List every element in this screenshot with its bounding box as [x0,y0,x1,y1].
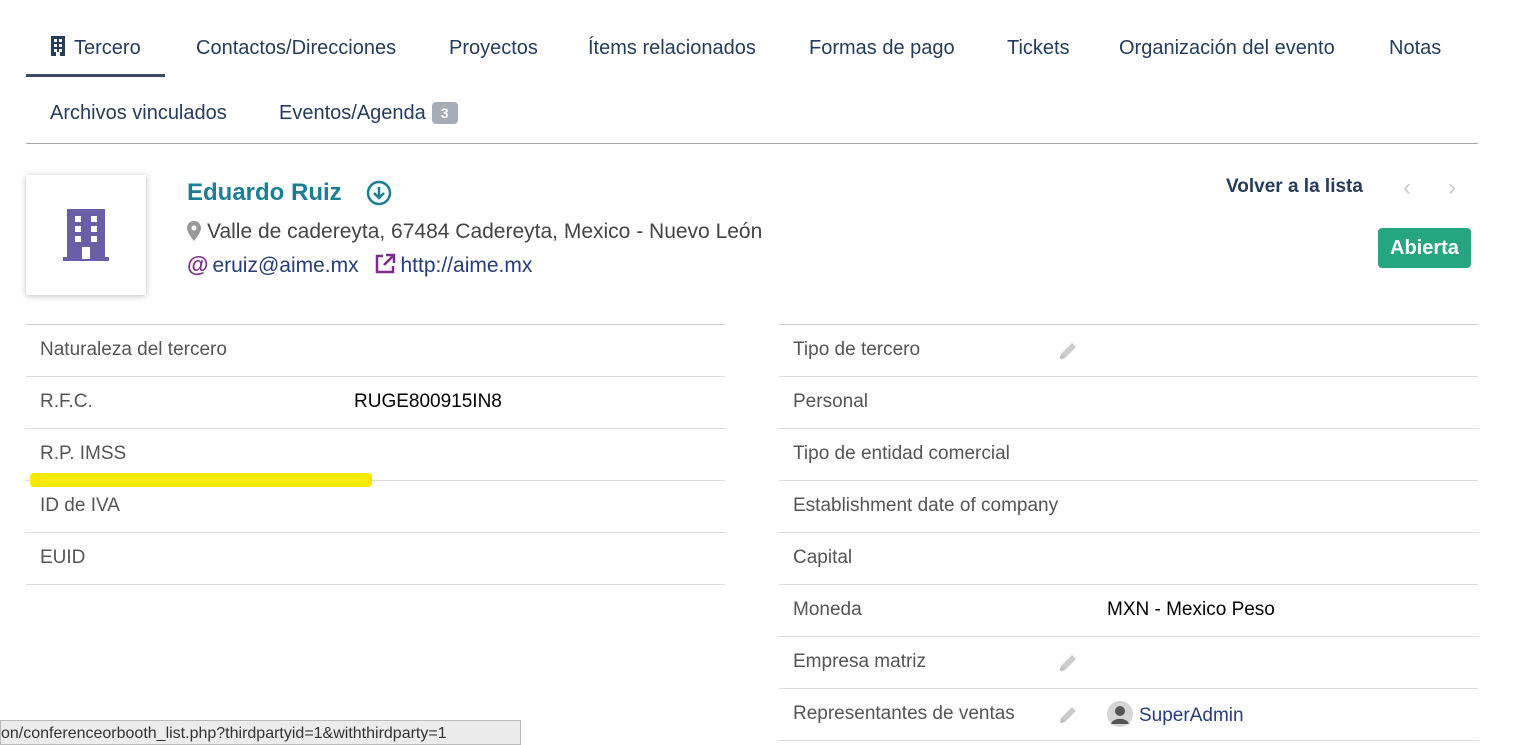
tab-label: Proyectos [449,37,538,59]
tab-archivos-vinculados[interactable]: Archivos vinculados [50,101,227,125]
download-circle-icon[interactable] [366,180,392,211]
tab-label: Tercero [74,37,141,59]
website-link[interactable]: http://aime.mx [400,254,532,277]
field-label: Representantes de ventas [793,703,1015,724]
field-label: R.P. IMSS [40,443,127,464]
field-label: Empresa matriz [793,651,927,672]
tab-label: Contactos/Direcciones [196,37,397,59]
thirdparty-logo [26,175,146,295]
map-marker-icon [187,221,201,241]
field-label: Naturaleza del tercero [40,339,227,360]
table-row: Moneda MXN - Mexico Peso [779,585,1478,637]
field-label: R.F.C. [40,391,93,412]
field-label: Personal [793,391,868,412]
tab-notas[interactable]: Notas [1389,36,1441,60]
back-to-list-link[interactable]: Volver a la lista [1226,176,1363,198]
table-row: Establishment date of company [779,481,1478,533]
table-row: Naturaleza del tercero [26,325,725,377]
sales-rep-name[interactable]: SuperAdmin [1139,705,1244,726]
table-row: ID de IVA [26,481,725,533]
tab-label: Tickets [1007,37,1070,59]
tab-bar: Tercero Contactos/Direcciones Proyectos … [26,0,1478,144]
table-row: Empresa matriz [779,637,1478,689]
tab-contactos[interactable]: Contactos/Direcciones [196,36,396,60]
field-label: Tipo de entidad comercial [793,443,1010,464]
tab-organizacion-evento[interactable]: Organización del evento [1119,36,1335,60]
browser-status-url: on/conferenceorbooth_list.php?thirdparty… [0,720,521,745]
edit-pencil-icon[interactable] [1057,340,1079,368]
tab-label: Formas de pago [809,37,955,59]
left-fields-table: Naturaleza del tercero R.F.C. RUGE800915I… [26,324,725,585]
tab-items-relacionados[interactable]: Ítems relacionados [588,36,756,60]
tab-label: Notas [1389,37,1442,59]
building-icon [63,209,109,261]
table-row: Tipo de tercero [779,325,1478,377]
field-label: Establishment date of company [793,495,1059,516]
building-icon [50,36,66,62]
contact-line: @ eruiz@aime.mx http://aime.mx [187,252,532,279]
highlight-mark [30,473,372,487]
address-text: Valle de cadereyta, 67484 Cadereyta, Mex… [207,220,763,243]
user-avatar-icon [1107,701,1133,733]
right-fields-table: Tipo de tercero Personal Tipo de entidad… [779,324,1478,741]
table-row: Representantes de ventas SuperAdmin [779,689,1478,741]
tab-eventos-agenda[interactable]: Eventos/Agenda 3 [279,101,458,125]
field-label: Capital [793,547,853,568]
previous-record-icon[interactable]: ‹ [1403,174,1411,202]
tab-label: Ítems relacionados [588,37,756,59]
tab-tercero[interactable]: Tercero [26,36,165,77]
table-row: R.F.C. RUGE800915IN8 [26,377,725,429]
table-row: Capital [779,533,1478,585]
status-badge: Abierta [1378,228,1471,268]
thirdparty-name: Eduardo Ruiz [187,179,342,206]
table-row: Personal [779,377,1478,429]
tab-label: Archivos vinculados [50,102,227,124]
email-link[interactable]: eruiz@aime.mx [212,254,358,277]
field-value: RUGE800915IN8 [354,391,502,412]
tab-formas-de-pago[interactable]: Formas de pago [809,36,955,60]
external-link-icon [376,253,396,274]
sales-rep[interactable]: SuperAdmin [1107,701,1244,733]
edit-pencil-icon[interactable] [1057,652,1079,680]
tab-tickets[interactable]: Tickets [1007,36,1070,60]
at-sign-icon: @ [187,252,209,277]
tab-label: Organización del evento [1119,37,1335,59]
count-badge: 3 [431,102,458,124]
table-row: Tipo de entidad comercial [779,429,1478,481]
field-label: ID de IVA [40,495,120,516]
next-record-icon[interactable]: › [1448,174,1456,202]
edit-pencil-icon[interactable] [1057,704,1079,732]
tab-label: Eventos/Agenda [279,102,426,124]
tab-proyectos[interactable]: Proyectos [449,36,538,60]
field-label: Moneda [793,599,862,620]
field-value: MXN - Mexico Peso [1107,599,1275,620]
field-label: Tipo de tercero [793,339,921,360]
field-label: EUID [40,547,86,568]
table-row: EUID [26,533,725,585]
address-line: Valle de cadereyta, 67484 Cadereyta, Mex… [187,219,762,245]
